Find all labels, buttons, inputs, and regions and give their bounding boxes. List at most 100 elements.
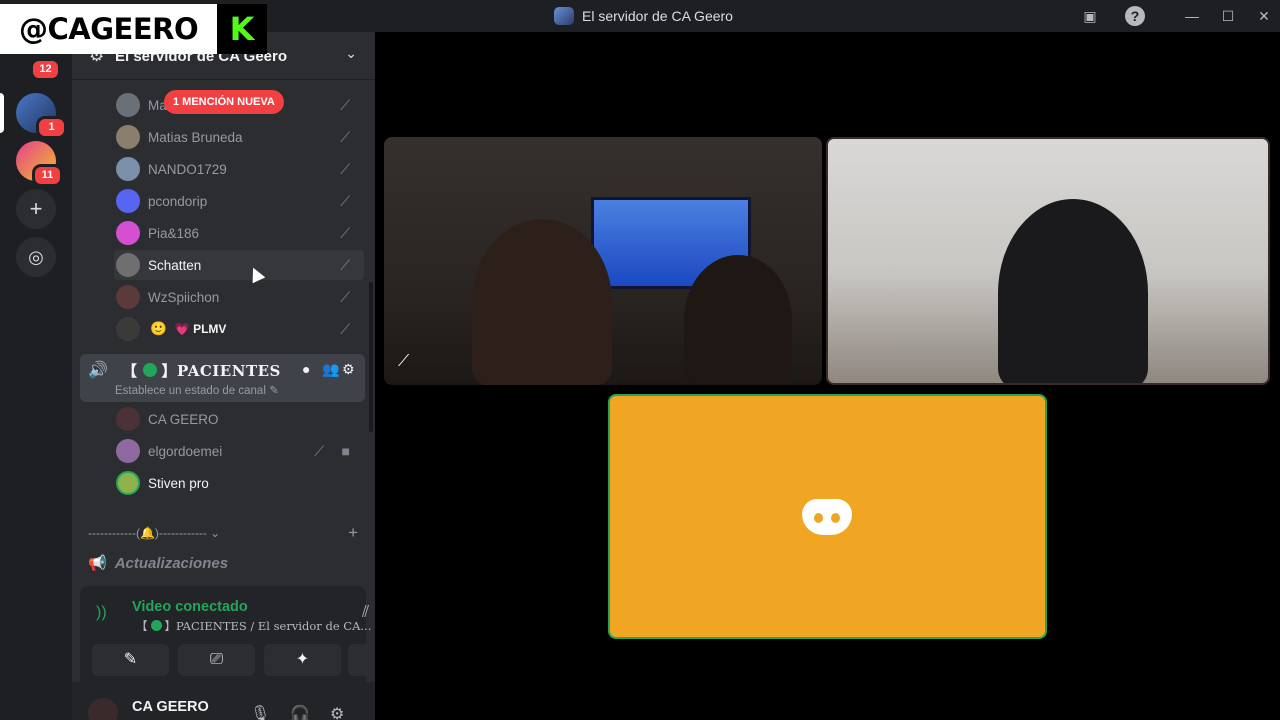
- voice-user[interactable]: pcondorip ⟋: [114, 186, 364, 216]
- voice-user[interactable]: Schatten ⟋: [114, 250, 364, 280]
- video-stage: ⟋: [375, 32, 1280, 720]
- video-tile-avatar[interactable]: [608, 394, 1047, 639]
- avatar[interactable]: [88, 698, 118, 720]
- channel-status[interactable]: Establece un estado de canal ✎: [115, 383, 279, 397]
- avatar: [116, 157, 140, 181]
- voice-channel-pacientes[interactable]: 🔊 【 】PACIENTES Establece un estado de can…: [80, 354, 365, 402]
- channel-name: 【 】PACIENTES: [122, 360, 281, 381]
- avatar: [116, 93, 140, 117]
- mic-muted-icon: ⟋: [340, 161, 350, 177]
- screen-share-button[interactable]: ⎚: [178, 644, 255, 676]
- mic-muted-icon: ⟋: [398, 353, 410, 370]
- video-tile-couple[interactable]: ⟋: [384, 137, 822, 385]
- voice-user-name: Schatten: [148, 257, 202, 273]
- active-server-pill: [0, 93, 4, 133]
- voice-user-emoji: 🙂: [150, 321, 167, 336]
- voice-channel-path-text: 】PACIENTES / El servidor de CA...: [164, 619, 372, 633]
- green-circle-icon: [150, 620, 162, 631]
- channel-sidebar: ⚙ El servidor de CA Geero ⌄ 1 MENCIÓN NU…: [72, 32, 375, 720]
- channel-actualizaciones[interactable]: 📢 Actualizaciones: [88, 554, 228, 572]
- mic-muted-icon: ⟋: [340, 225, 350, 241]
- channel-bracket-left: 【: [122, 362, 138, 380]
- voice-user-name: Matias Bruneda: [148, 129, 243, 145]
- window-title: El servidor de CA Geero: [554, 6, 733, 26]
- add-server-icon[interactable]: +: [16, 189, 56, 229]
- avatar: [116, 285, 140, 309]
- voice-user-name: WzSpiichon: [148, 289, 220, 305]
- voice-connection-panel: )) Video conectado 【 】PACIENTES / El serv…: [80, 586, 375, 682]
- voice-user-name: CA GEERO: [148, 411, 219, 427]
- kick-logo: K: [217, 4, 267, 54]
- green-circle-icon: [142, 363, 157, 377]
- voice-channel-path[interactable]: 【 】PACIENTES / El servidor de CA...: [136, 618, 371, 634]
- streamer-handle: @CAGEERO: [0, 4, 217, 54]
- voice-user-name: Stiven pro: [148, 475, 209, 491]
- add-channel-icon[interactable]: +: [348, 523, 358, 543]
- voice-user[interactable]: Stiven pro: [114, 468, 364, 498]
- voice-user[interactable]: Matias Bruneda ⟋: [114, 122, 364, 152]
- category-header[interactable]: ------------(🔔)------------ ⌄ +: [88, 523, 358, 543]
- mic-muted-icon: ⟋: [314, 443, 324, 459]
- voice-user-name: pcondorip: [148, 193, 208, 209]
- mic-icon[interactable]: 🎙: [250, 704, 270, 720]
- chevron-down-icon: ⌄: [345, 45, 357, 61]
- voice-user[interactable]: WzSpiichon ⟋: [114, 282, 364, 312]
- channel-bracket-left: 【: [136, 619, 148, 633]
- server-rail: 12 1 11 + ◎: [0, 32, 72, 720]
- voice-user[interactable]: NANDO1729 ⟋: [114, 154, 364, 184]
- scrollbar[interactable]: [369, 282, 373, 432]
- mic-muted-icon: ⟋: [340, 289, 350, 305]
- mic-muted-icon: ⟋: [340, 257, 350, 273]
- avatar: [116, 317, 140, 341]
- speaker-icon: 🔊: [88, 362, 108, 379]
- soundboard-button[interactable]: ✧: [348, 644, 375, 676]
- gear-icon[interactable]: ⚙: [330, 704, 344, 720]
- voice-status[interactable]: Video conectado: [132, 599, 248, 615]
- signal-icon[interactable]: )): [96, 604, 107, 622]
- channel-name: Actualizaciones: [114, 555, 229, 572]
- voice-user[interactable]: 🙂 💗 PLMV ⟋: [114, 314, 364, 344]
- person-host: [998, 199, 1148, 383]
- avatar: [116, 439, 140, 463]
- maximize-button[interactable]: ☐: [1218, 6, 1238, 26]
- voice-user[interactable]: elgordoemei ⟋ ■: [114, 436, 364, 466]
- megaphone-icon: 📢: [88, 555, 107, 572]
- discord-logo-icon: [802, 499, 852, 535]
- window-title-text: El servidor de CA Geero: [582, 8, 733, 24]
- headphones-icon[interactable]: 🎧: [290, 704, 310, 720]
- help-icon[interactable]: ?: [1125, 6, 1145, 26]
- server-badge-2: 11: [32, 164, 63, 187]
- avatar: [116, 125, 140, 149]
- new-mention-pill[interactable]: 1 MENCIÓN NUEVA: [164, 90, 284, 114]
- person-left: [472, 219, 612, 385]
- user-name[interactable]: CA GEERO: [132, 699, 209, 715]
- user-panel: CA GEERO 🎙 🎧 ⚙: [72, 682, 375, 720]
- dm-badge: 12: [30, 58, 61, 81]
- logo-eye-right: [831, 513, 840, 523]
- channel-status-text: Establece un estado de canal: [115, 385, 266, 397]
- mic-muted-icon: ⟋: [340, 193, 350, 209]
- server-badge-1: 1: [36, 116, 67, 139]
- voice-user-name: elgordoemei: [148, 443, 223, 459]
- discover-icon[interactable]: ◎: [16, 237, 56, 277]
- video-tile-host[interactable]: [826, 137, 1270, 385]
- activities-button[interactable]: ✦: [264, 644, 341, 676]
- chat-icon[interactable]: ●: [302, 361, 310, 377]
- voice-user-name: 💗 PLMV: [174, 322, 227, 336]
- camera-off-button[interactable]: ✎: [92, 644, 169, 676]
- minimize-button[interactable]: —: [1182, 6, 1202, 26]
- invite-icon[interactable]: 👥: [322, 361, 339, 378]
- avatar: [116, 189, 140, 213]
- voice-user[interactable]: CA GEERO: [114, 404, 364, 434]
- person-right: [684, 255, 792, 385]
- voice-user[interactable]: Pia&186 ⟋: [114, 218, 364, 248]
- server-icon: [554, 7, 574, 25]
- avatar: [116, 221, 140, 245]
- inbox-icon[interactable]: ▣: [1080, 6, 1100, 26]
- logo-eye-left: [814, 513, 823, 523]
- noise-suppression-icon[interactable]: ⫽: [362, 604, 369, 622]
- channel-label: 】PACIENTES: [161, 362, 281, 380]
- avatar: [116, 407, 140, 431]
- close-button[interactable]: ✕: [1254, 6, 1274, 26]
- gear-icon[interactable]: ⚙: [342, 361, 355, 378]
